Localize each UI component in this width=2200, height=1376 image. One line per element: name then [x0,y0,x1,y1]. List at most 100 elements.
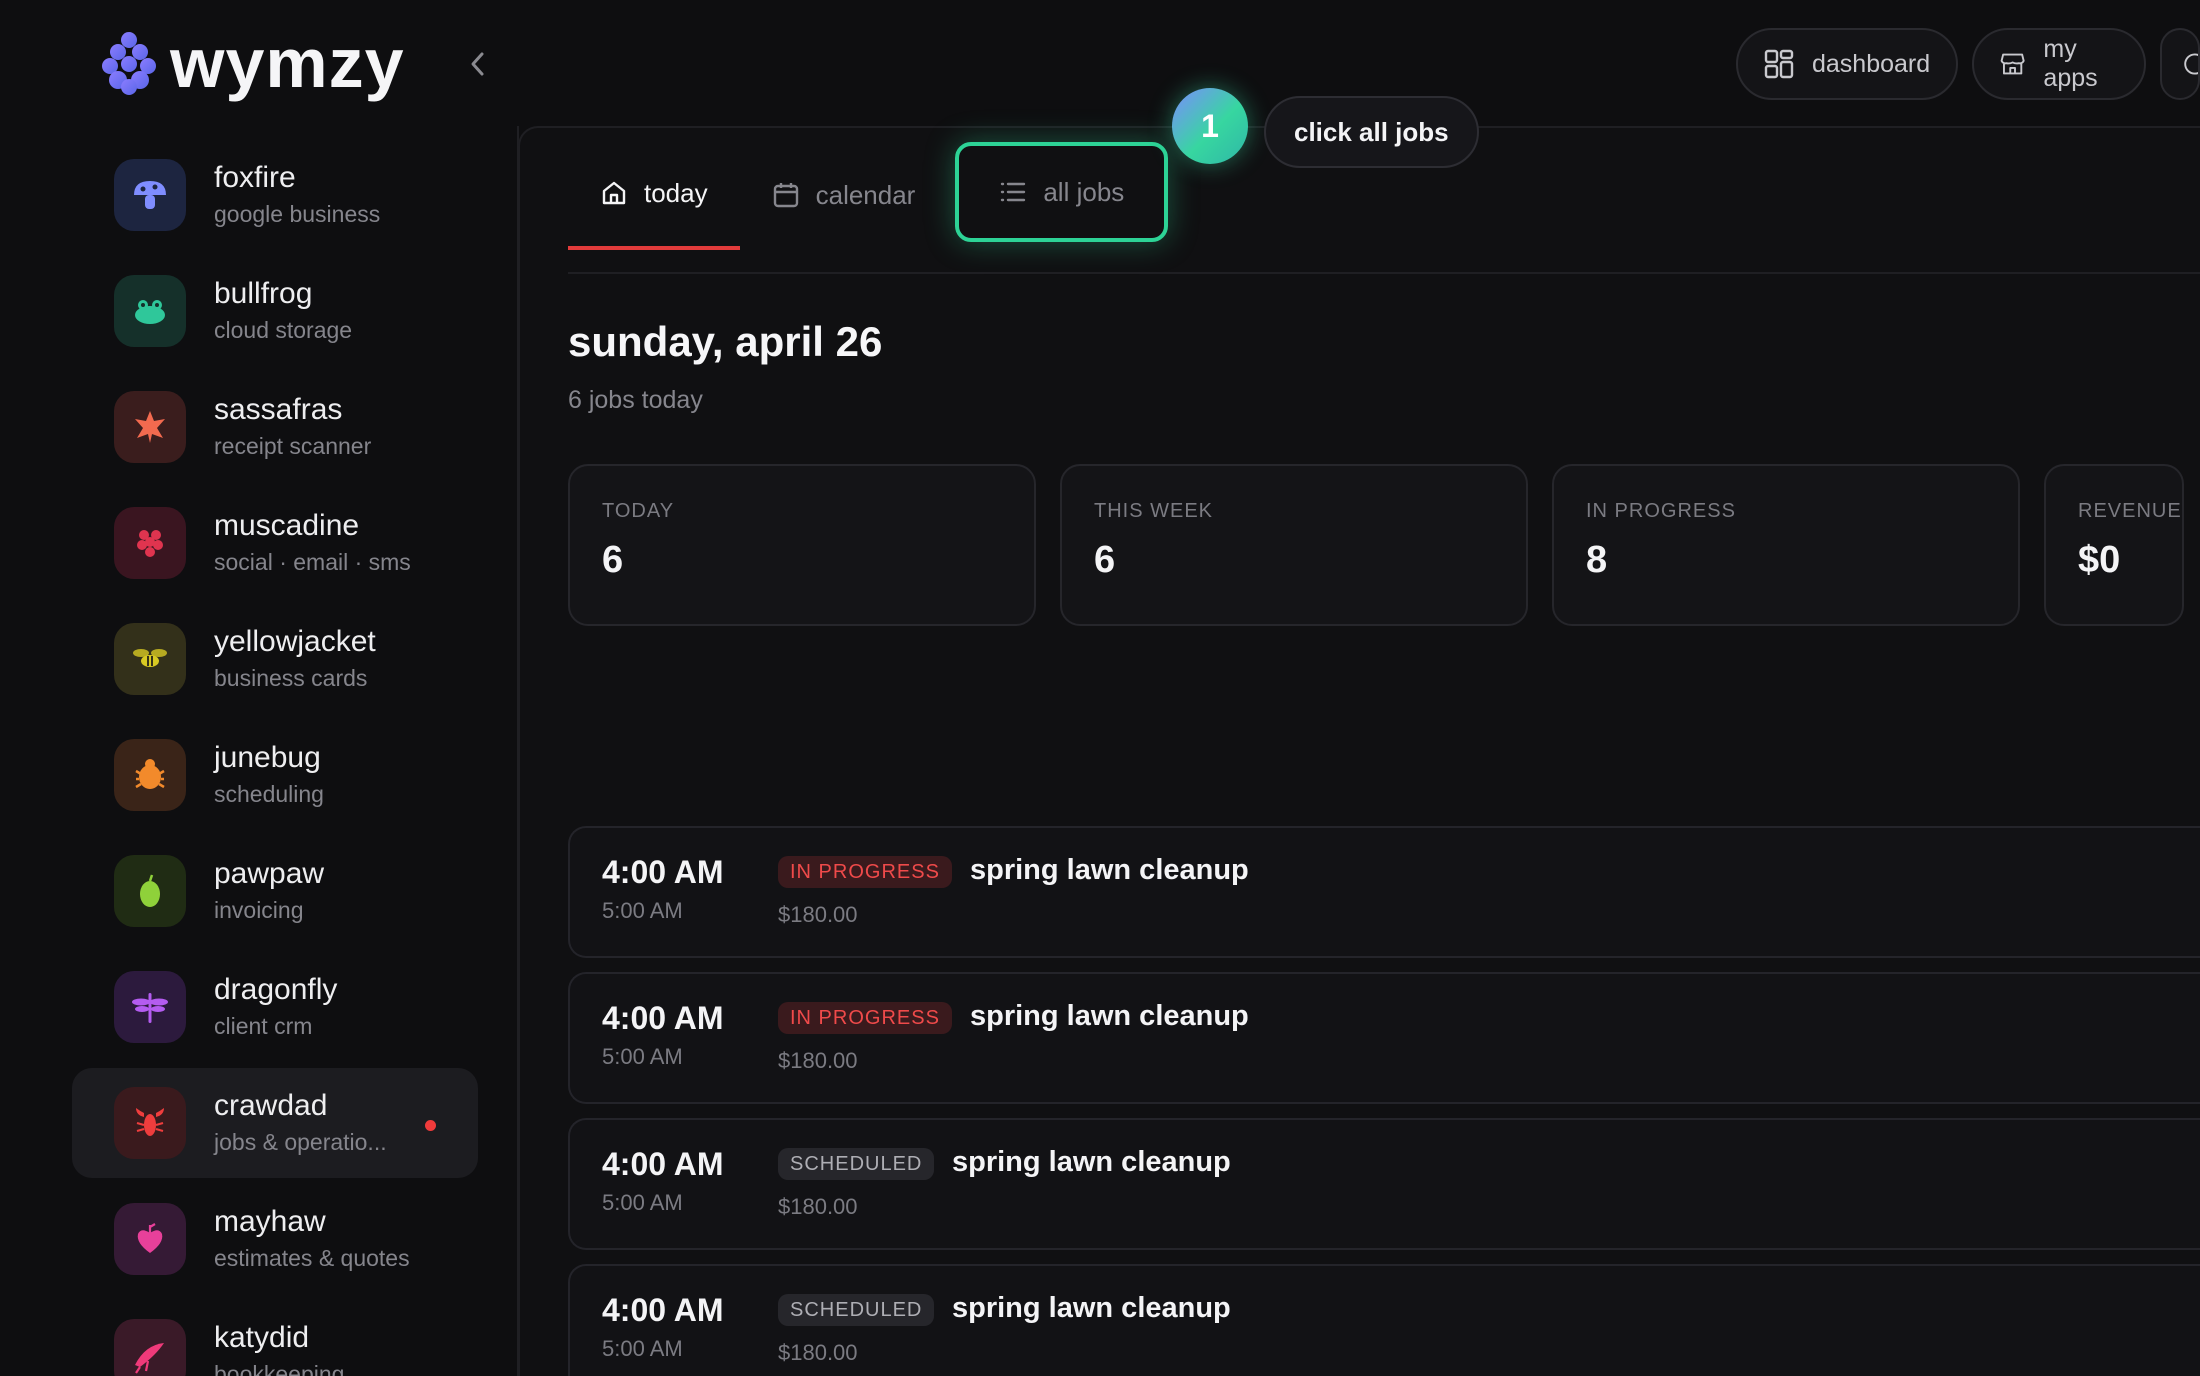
store-icon [2000,53,2025,75]
job-price: $180.00 [778,1194,858,1219]
sidebar-item-pawpaw[interactable]: pawpaw invoicing [72,836,478,946]
sidebar-item-junebug[interactable]: junebug scheduling [72,720,478,830]
home-icon [602,181,626,205]
tab-today[interactable]: today [568,140,740,250]
sidebar-item-muscadine[interactable]: muscadine social · email · sms [72,488,478,598]
app-icon-tile [114,1203,186,1275]
tab-today-label: today [644,177,708,208]
tabs-divider [568,272,2200,274]
stat-card-today: TODAY 6 [568,464,1036,626]
stat-label: TODAY [602,500,675,522]
sidebar-item-sassafras[interactable]: sassafras receipt scanner [72,372,478,482]
collapse-sidebar-button[interactable] [462,46,492,82]
brand[interactable]: wymzy [98,28,405,98]
job-title: spring lawn cleanup [952,1292,1231,1324]
sidebar-item-dragonfly[interactable]: dragonfly client crm [72,952,478,1062]
bug-icon [135,759,165,789]
app-name: sassafras [214,393,343,426]
dashboard-label: dashboard [1812,49,1931,78]
app-icon-tile [114,971,186,1043]
app-text: katydid bookkeeping [214,1320,344,1376]
sidebar-item-katydid[interactable]: katydid bookkeeping [72,1300,478,1376]
tab-all-jobs[interactable]: all jobs [955,142,1169,242]
sidebar-item-mayhaw[interactable]: mayhaw estimates & quotes [72,1184,478,1294]
app-icon-tile [114,275,186,347]
status-badge: SCHEDULED [778,1148,935,1180]
job-end-time: 5:00 AM [602,1336,683,1361]
app-text: dragonfly client crm [214,972,337,1042]
notification-dot [425,1120,436,1131]
app-name: mayhaw [214,1205,326,1238]
view-tabs: today calendar all jobs [568,142,1169,274]
status-badge: IN PROGRESS [778,856,952,888]
app-text: pawpaw invoicing [214,856,324,926]
page-title: sunday, april 26 [568,318,883,365]
tab-all-jobs-label: all jobs [1043,176,1125,207]
stats-row: TODAY 6 THIS WEEK 6 IN PROGRESS 8 REVENU… [568,464,2184,626]
stat-card-revenue: REVENUE TI $0 [2044,464,2184,626]
tab-calendar[interactable]: calendar [740,140,948,250]
list-icon [1001,182,1026,202]
app-name: pawpaw [214,857,325,890]
grid-icon [1764,49,1794,79]
stat-value: 6 [1094,539,1116,581]
job-end-time: 5:00 AM [602,898,683,923]
leaf-icon [135,411,165,443]
wasp-icon [133,649,167,667]
dashboard-button[interactable]: dashboard [1736,28,1959,100]
sidebar: wymzy foxfire google business bullfrog c… [0,0,518,1376]
status-badge: IN PROGRESS [778,1002,952,1034]
job-price: $180.00 [778,902,858,927]
frog-icon [135,300,165,324]
app-icon-tile [114,391,186,463]
app-description: bookkeeping [214,1361,345,1376]
job-title: spring lawn cleanup [970,854,1249,886]
stat-label: IN PROGRESS [1586,500,1736,522]
stat-value: 6 [602,539,624,581]
app-icon-tile [114,739,186,811]
dragonfly-icon [132,993,168,1023]
calendar-icon [773,183,798,208]
app-name: yellowjacket [214,625,376,658]
sidebar-item-crawdad[interactable]: crawdad jobs & operatio... [72,1068,478,1178]
sidebar-item-yellowjacket[interactable]: yellowjacket business cards [72,604,478,714]
mushroom-icon [134,181,166,209]
app-description: receipt scanner [214,433,372,459]
app-name: junebug [214,741,321,774]
job-price: $180.00 [778,1048,858,1073]
crawfish-icon [136,1108,164,1136]
fruit-icon [140,874,160,907]
app-name: katydid [214,1321,310,1354]
jobs-count: 6 jobs today [568,386,703,414]
app-description: cloud storage [214,317,353,343]
extra-nav-button[interactable] [2160,28,2200,100]
job-start-time: 4:00 AM [602,1146,724,1182]
app-text: sassafras receipt scanner [214,392,371,462]
my-apps-button[interactable]: my apps [1972,28,2146,100]
app-text: foxfire google business [214,160,380,230]
app-text: mayhaw estimates & quotes [214,1204,410,1274]
app-description: business cards [214,665,368,691]
tab-calendar-label: calendar [815,179,916,210]
stat-value: $0 [2078,539,2121,581]
app-name: dragonfly [214,973,338,1006]
app-icon-tile [114,1087,186,1159]
sidebar-item-bullfrog[interactable]: bullfrog cloud storage [72,256,478,366]
job-row[interactable]: 4:00 AM 5:00 AM IN PROGRESS spring lawn … [568,972,2200,1104]
job-end-time: 5:00 AM [602,1044,683,1069]
guide-step-badge: 1 [1172,88,1248,164]
globe-icon [2184,53,2198,75]
app-text: muscadine social · email · sms [214,508,411,578]
job-end-time: 5:00 AM [602,1190,683,1215]
guide-tooltip: click all jobs [1264,96,1479,168]
app-icon-tile [114,623,186,695]
app-description: invoicing [214,897,304,923]
app-list: foxfire google business bullfrog cloud s… [72,140,478,1376]
job-row[interactable]: 4:00 AM 5:00 AM IN PROGRESS spring lawn … [568,826,2200,958]
sidebar-item-foxfire[interactable]: foxfire google business [72,140,478,250]
stat-value: 8 [1586,539,1608,581]
job-row[interactable]: 4:00 AM 5:00 AM SCHEDULED spring lawn cl… [568,1118,2200,1250]
job-row[interactable]: 4:00 AM 5:00 AM SCHEDULED spring lawn cl… [568,1264,2200,1376]
app-name: foxfire [214,161,296,194]
stat-card-in-progress: IN PROGRESS 8 [1552,464,2020,626]
